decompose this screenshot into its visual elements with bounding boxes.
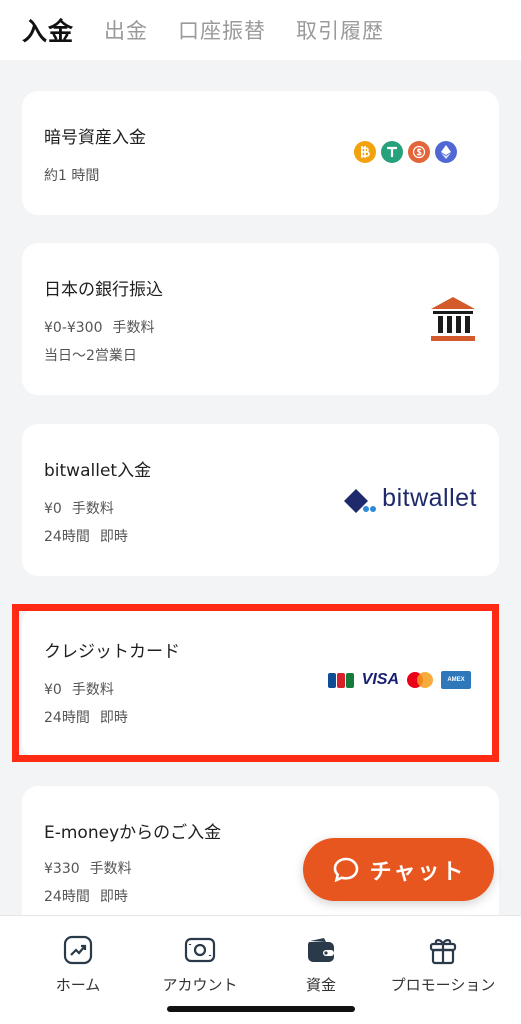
account-cash-icon	[135, 934, 265, 966]
bitwallet-deposit-card[interactable]: bitwallet入金 ¥0 手数料 24時間 即時 bitwallet	[22, 424, 499, 576]
tether-icon	[381, 141, 403, 163]
bitwallet-logo-text: bitwallet	[382, 484, 477, 512]
tab-transfer[interactable]: 口座振替	[178, 15, 266, 45]
home-indicator	[167, 1006, 355, 1012]
nav-label: 資金	[305, 976, 336, 994]
gift-icon	[378, 934, 508, 966]
tab-withdraw[interactable]: 出金	[104, 15, 148, 45]
chat-button[interactable]: チャット	[303, 838, 494, 901]
home-chart-icon	[13, 934, 143, 966]
card-title: 日本の銀行振込	[44, 280, 163, 300]
bitcoin-icon	[354, 141, 376, 163]
nav-label: アカウント	[162, 976, 238, 994]
bitwallet-logo: bitwallet	[342, 484, 477, 513]
credit-card-highlight-box	[12, 604, 499, 762]
nav-item-home[interactable]: ホーム	[13, 934, 143, 995]
dollar-coin-icon	[408, 141, 430, 163]
crypto-coins-icon	[354, 141, 457, 163]
tab-deposit[interactable]: 入金	[22, 12, 74, 48]
card-fee: ¥330 手数料	[44, 861, 132, 877]
ethereum-icon	[435, 141, 457, 163]
deposit-tab-bar: 入金 出金 口座振替 取引履歴	[0, 0, 521, 60]
card-timing: 24時間 即時	[44, 889, 128, 905]
wallet-icon	[256, 934, 386, 966]
nav-label: プロモーション	[390, 976, 496, 994]
nav-item-funds[interactable]: 資金	[256, 934, 386, 995]
chat-bubble-icon	[333, 857, 358, 882]
tab-history[interactable]: 取引履歴	[296, 15, 384, 45]
card-title: 暗号資産入金	[44, 128, 146, 148]
crypto-deposit-card[interactable]: 暗号資産入金 約1 時間	[22, 91, 499, 215]
nav-item-promotion[interactable]: プロモーション	[378, 934, 508, 995]
bank-transfer-card[interactable]: 日本の銀行振込 ¥0-¥300 手数料 当日～2営業日	[22, 243, 499, 395]
bank-icon	[429, 295, 477, 347]
card-fee: ¥0-¥300 手数料	[44, 320, 155, 336]
nav-item-account[interactable]: アカウント	[135, 934, 265, 995]
card-timing: 当日～2営業日	[44, 348, 137, 364]
card-timing: 24時間 即時	[44, 529, 128, 545]
card-title: E-moneyからのご入金	[44, 823, 222, 843]
card-title: bitwallet入金	[44, 461, 152, 481]
nav-label: ホーム	[55, 976, 101, 994]
bitwallet-mark-icon	[344, 488, 377, 513]
chat-button-label: チャット	[369, 859, 466, 885]
card-detail: 約1 時間	[44, 168, 100, 184]
card-fee: ¥0 手数料	[44, 501, 114, 517]
